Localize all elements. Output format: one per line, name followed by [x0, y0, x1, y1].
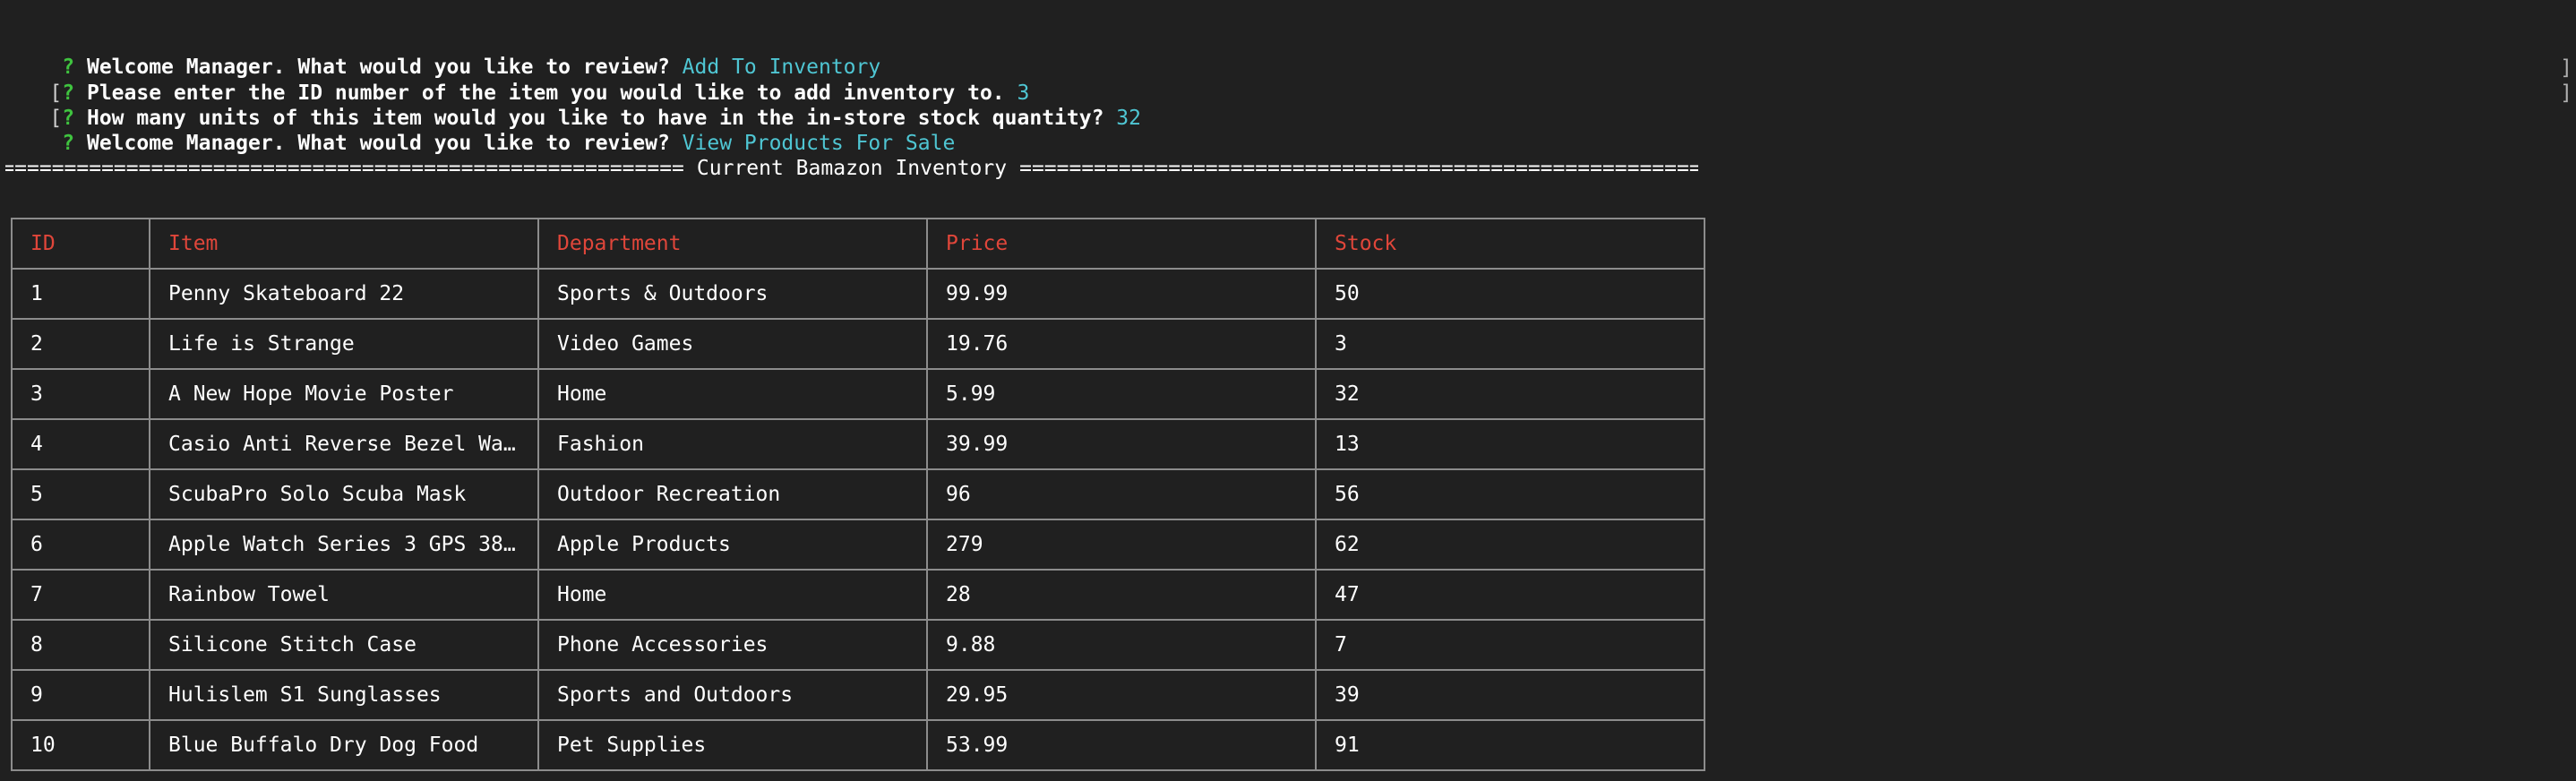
table-row: 7 Rainbow Towel Home 28 47	[11, 569, 1705, 621]
cell-department: Sports & Outdoors	[537, 268, 928, 320]
column-header-price: Price	[926, 218, 1317, 270]
cell-id: 2	[11, 318, 150, 370]
cell-stock: 3	[1315, 318, 1705, 370]
cell-item: Silicone Stitch Case	[149, 619, 539, 671]
cell-price: 99.99	[926, 268, 1317, 320]
cell-price: 28	[926, 569, 1317, 621]
table-row: 8 Silicone Stitch Case Phone Accessories…	[11, 619, 1705, 671]
cell-item: Hulislem S1 Sunglasses	[149, 669, 539, 721]
cell-department: Apple Products	[537, 519, 928, 571]
cell-department: Fashion	[537, 418, 928, 470]
cell-item: Life is Strange	[149, 318, 539, 370]
table-row: 5 ScubaPro Solo Scuba Mask Outdoor Recre…	[11, 468, 1705, 520]
column-header-id: ID	[11, 218, 150, 270]
cell-id: 3	[11, 368, 150, 420]
cell-id: 4	[11, 418, 150, 470]
cell-department: Pet Supplies	[537, 719, 928, 771]
table-header-row: ID Item Department Price Stock	[11, 218, 1705, 270]
inventory-banner: ========================================…	[5, 156, 1698, 181]
cell-department: Sports and Outdoors	[537, 669, 928, 721]
cell-item: Rainbow Towel	[149, 569, 539, 621]
cell-price: 19.76	[926, 318, 1317, 370]
table-row: 2 Life is Strange Video Games 19.76 3	[11, 318, 1705, 370]
cell-item: A New Hope Movie Poster	[149, 368, 539, 420]
right-bracket: ]	[2560, 56, 2572, 80]
cell-item: Blue Buffalo Dry Dog Food	[149, 719, 539, 771]
cell-stock: 47	[1315, 569, 1705, 621]
inventory-table: ID Item Department Price Stock 1 Penny S…	[11, 218, 1705, 771]
cell-id: 5	[11, 468, 150, 520]
column-header-stock: Stock	[1315, 218, 1705, 270]
cell-department: Home	[537, 368, 928, 420]
cell-price: 96	[926, 468, 1317, 520]
cell-stock: 13	[1315, 418, 1705, 470]
cell-id: 7	[11, 569, 150, 621]
table-row: 10 Blue Buffalo Dry Dog Food Pet Supplie…	[11, 719, 1705, 771]
line-bracket	[49, 132, 62, 155]
cell-stock: 39	[1315, 669, 1705, 721]
cell-id: 1	[11, 268, 150, 320]
cell-department: Home	[537, 569, 928, 621]
prompt-line-3: [? How many units of this item would you…	[0, 81, 1141, 130]
prompt-answer: View Products For Sale	[682, 132, 956, 155]
cell-item: Apple Watch Series 3 GPS 38…	[149, 519, 539, 571]
table-row: 3 A New Hope Movie Poster Home 5.99 32	[11, 368, 1705, 420]
cell-item: Penny Skateboard 22	[149, 268, 539, 320]
prompt-line-2: [? Please enter the ID number of the ite…	[0, 56, 1029, 105]
cell-stock: 7	[1315, 619, 1705, 671]
right-bracket: ]	[2560, 82, 2572, 105]
cell-stock: 32	[1315, 368, 1705, 420]
cell-id: 9	[11, 669, 150, 721]
cell-price: 29.95	[926, 669, 1317, 721]
banner-rule-right: ========================================…	[1019, 157, 1698, 180]
cell-stock: 50	[1315, 268, 1705, 320]
cell-department: Video Games	[537, 318, 928, 370]
cell-price: 53.99	[926, 719, 1317, 771]
cell-price: 39.99	[926, 418, 1317, 470]
table-row: 6 Apple Watch Series 3 GPS 38… Apple Pro…	[11, 519, 1705, 571]
column-header-department: Department	[537, 218, 928, 270]
column-header-item: Item	[149, 218, 539, 270]
cell-price: 279	[926, 519, 1317, 571]
prompt-answer: 32	[1116, 107, 1141, 130]
prompt-marker: ?	[62, 132, 75, 155]
cell-id: 10	[11, 719, 150, 771]
cell-stock: 91	[1315, 719, 1705, 771]
prompt-line-1: ? Welcome Manager. What would you like t…	[0, 30, 880, 79]
cell-stock: 62	[1315, 519, 1705, 571]
cell-price: 9.88	[926, 619, 1317, 671]
cell-id: 8	[11, 619, 150, 671]
cell-price: 5.99	[926, 368, 1317, 420]
table-row: 9 Hulislem S1 Sunglasses Sports and Outd…	[11, 669, 1705, 721]
cell-item: Casio Anti Reverse Bezel Wa…	[149, 418, 539, 470]
cell-department: Outdoor Recreation	[537, 468, 928, 520]
banner-title: Current Bamazon Inventory	[696, 157, 1008, 180]
cell-stock: 56	[1315, 468, 1705, 520]
prompt-line-4: ? Welcome Manager. What would you like t…	[0, 106, 955, 155]
cell-item: ScubaPro Solo Scuba Mask	[149, 468, 539, 520]
cell-department: Phone Accessories	[537, 619, 928, 671]
table-row: 4 Casio Anti Reverse Bezel Wa… Fashion 3…	[11, 418, 1705, 470]
banner-rule-left: ========================================…	[5, 157, 684, 180]
table-row: 1 Penny Skateboard 22 Sports & Outdoors …	[11, 268, 1705, 320]
cell-id: 6	[11, 519, 150, 571]
prompt-question: Welcome Manager. What would you like to …	[86, 132, 670, 155]
